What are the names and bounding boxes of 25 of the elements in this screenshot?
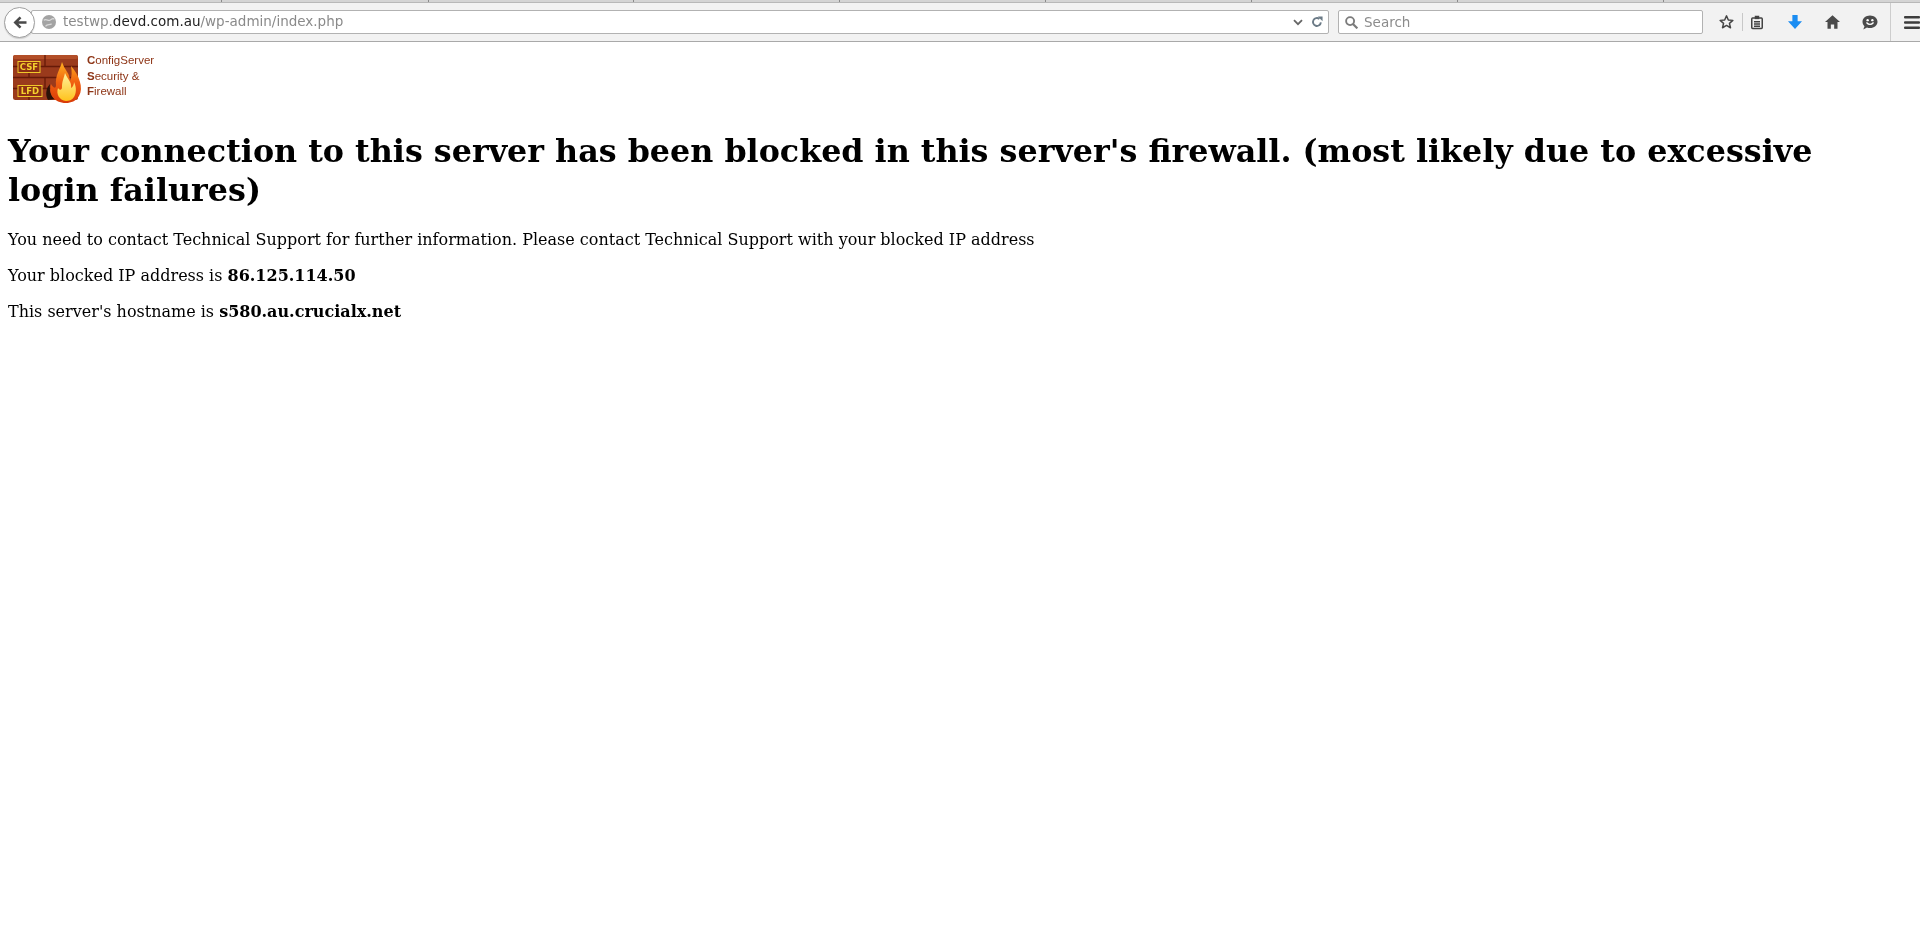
address-bar[interactable]: testwp.devd.com.au/wp-admin/index.php [31,10,1329,34]
paragraph: This server's hostname is s580.au.crucialx.net [8,302,403,322]
smiley-chat-icon[interactable] [1862,14,1878,30]
url-text[interactable]: testwp.devd.com.au/wp-admin/index.php [63,15,344,29]
home-icon[interactable] [1825,15,1840,29]
globe-icon [42,15,56,29]
wall-label: LFD [17,85,43,97]
arrow-left-icon [12,15,27,29]
heading: Your connection to this server has been blocked in this server's firewall. (most likely due to excessive login failures) [8,131,1814,209]
paragraph: Your blocked IP address is 86.125.114.50 [8,266,357,286]
reload-icon[interactable] [1311,16,1323,28]
download-icon[interactable] [1788,15,1802,29]
star-icon[interactable] [1719,15,1734,29]
wall-label: CSF [17,61,41,73]
search-field[interactable]: Search [1338,10,1703,34]
search-icon [1345,15,1358,29]
list-clipboard-icon[interactable] [1751,14,1763,30]
fire-icon [46,62,81,103]
back-button[interactable] [4,6,35,38]
paragraph: You need to contact Technical Support for further information. Please contact Technical Support with your blocked IP address [8,230,1036,250]
menu-icon[interactable] [1904,15,1920,29]
logo-text: Firewall [87,84,128,99]
logo-text: Security & [87,68,141,84]
logo-text: ConfigServer [87,53,155,68]
chevron-down-icon[interactable] [1293,18,1303,26]
